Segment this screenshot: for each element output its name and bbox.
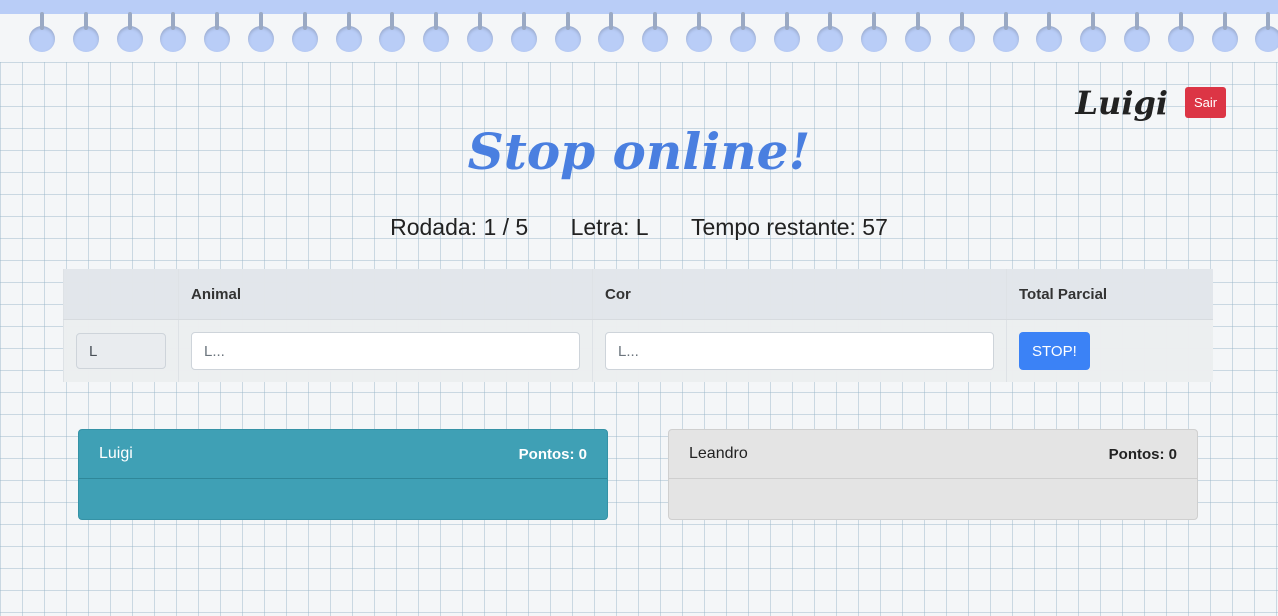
column-header-animal: Animal bbox=[178, 269, 593, 320]
page-title: Stop online! bbox=[467, 122, 811, 181]
spiral-hole bbox=[248, 12, 274, 52]
color-cell bbox=[592, 319, 1007, 382]
spiral-hole bbox=[555, 12, 581, 52]
spiral-hole bbox=[1168, 12, 1194, 52]
spiral-hole bbox=[861, 12, 887, 52]
spiral-hole bbox=[29, 12, 55, 52]
player-card-header: Luigi Pontos: 0 bbox=[79, 430, 607, 479]
column-header-letter bbox=[63, 269, 179, 320]
spiral-hole bbox=[204, 12, 230, 52]
column-header-partial-total: Total Parcial bbox=[1006, 269, 1213, 320]
player-name: Leandro bbox=[689, 445, 748, 462]
spiral-hole bbox=[511, 12, 537, 52]
spiral-hole bbox=[598, 12, 624, 52]
spiral-hole bbox=[467, 12, 493, 52]
spiral-hole bbox=[686, 12, 712, 52]
player-card-luigi: Luigi Pontos: 0 bbox=[78, 429, 608, 520]
letter-cell: L bbox=[63, 319, 179, 382]
player-card-header: Leandro Pontos: 0 bbox=[669, 430, 1197, 479]
animal-cell bbox=[178, 319, 593, 382]
spiral-hole bbox=[730, 12, 756, 52]
player-points: Pontos: 0 bbox=[518, 445, 587, 463]
spiral-hole bbox=[642, 12, 668, 52]
answers-table: Animal Cor Total Parcial L STOP! bbox=[63, 269, 1213, 382]
color-input[interactable] bbox=[605, 332, 994, 370]
table-row: L STOP! bbox=[63, 319, 1213, 382]
spiral-hole bbox=[1255, 12, 1278, 52]
animal-input[interactable] bbox=[191, 332, 580, 370]
column-header-color: Cor bbox=[592, 269, 1007, 320]
player-card-leandro: Leandro Pontos: 0 bbox=[668, 429, 1198, 520]
player-name: Luigi bbox=[99, 445, 133, 462]
spiral-hole bbox=[1080, 12, 1106, 52]
spiral-hole bbox=[993, 12, 1019, 52]
spiral-hole bbox=[1036, 12, 1062, 52]
spiral-hole bbox=[379, 12, 405, 52]
notebook-spiral-header bbox=[0, 0, 1278, 62]
spiral-hole bbox=[292, 12, 318, 52]
spiral-hole bbox=[1124, 12, 1150, 52]
spiral-hole bbox=[949, 12, 975, 52]
spiral-holes bbox=[0, 12, 1278, 60]
spiral-hole bbox=[73, 12, 99, 52]
logout-button[interactable]: Sair bbox=[1185, 87, 1226, 118]
current-user-name: Luigi bbox=[1075, 84, 1168, 122]
player-points: Pontos: 0 bbox=[1108, 445, 1177, 463]
spiral-band bbox=[0, 0, 1278, 14]
time-remaining: Tempo restante: 57 bbox=[690, 214, 888, 240]
spiral-hole bbox=[1212, 12, 1238, 52]
letter-field: L bbox=[76, 333, 166, 369]
round-counter: Rodada: 1 / 5 bbox=[390, 214, 529, 240]
spiral-hole bbox=[336, 12, 362, 52]
spiral-hole bbox=[160, 12, 186, 52]
spiral-hole bbox=[117, 12, 143, 52]
partial-total-cell: STOP! bbox=[1006, 319, 1213, 382]
spiral-hole bbox=[774, 12, 800, 52]
spiral-hole bbox=[905, 12, 931, 52]
round-status: Rodada: 1 / 5 Letra: L Tempo restante: 5… bbox=[0, 214, 1278, 241]
spiral-hole bbox=[423, 12, 449, 52]
spiral-hole bbox=[817, 12, 843, 52]
table-header-row: Animal Cor Total Parcial bbox=[63, 269, 1213, 320]
stop-button[interactable]: STOP! bbox=[1019, 332, 1090, 370]
current-letter: Letra: L bbox=[570, 214, 649, 240]
